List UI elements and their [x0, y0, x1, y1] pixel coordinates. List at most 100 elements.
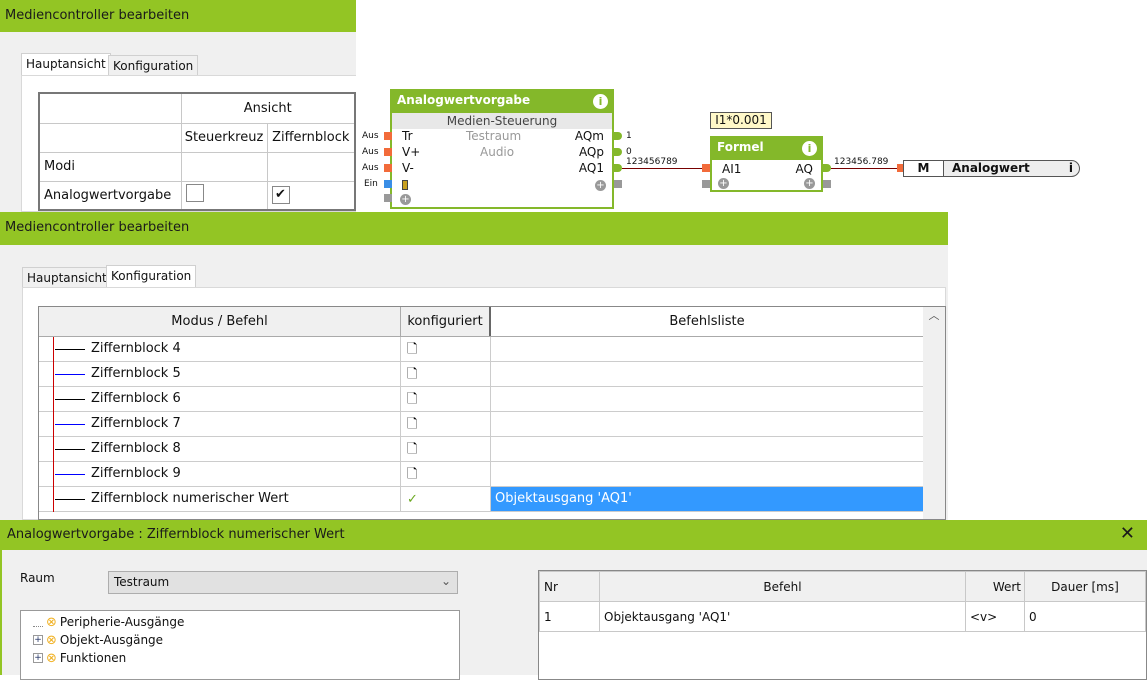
pin[interactable]	[702, 164, 710, 172]
output-value: 0	[626, 147, 632, 157]
pin[interactable]	[823, 164, 831, 172]
config-table: Modus / Befehl konfiguriert Befehlsliste…	[38, 306, 946, 520]
tree-label: Objekt-Ausgänge	[59, 633, 164, 647]
col-header-befehlsliste[interactable]: Befehlsliste	[491, 307, 923, 336]
input-tag: Ein	[364, 179, 378, 189]
object-prefix: M	[904, 161, 944, 176]
input-vminus: V-	[402, 161, 414, 175]
scrollbar[interactable]: ︿	[923, 307, 945, 519]
input-tr: Tr	[402, 129, 413, 143]
tree-cell: Ziffernblock 8	[39, 437, 401, 462]
pin[interactable]	[384, 180, 392, 188]
pin[interactable]	[823, 180, 831, 188]
command-table: Nr Befehl Wert Dauer [ms] 1 Objektausgang 'A…	[538, 570, 1147, 680]
tree-cell: Ziffernblock 5	[39, 362, 401, 387]
document-icon: 🗋	[401, 462, 491, 486]
block-analogwertvorgabe[interactable]: Analogwertvorgabe i Medien-Steuerung Tr V…	[390, 89, 614, 209]
add-input-icon[interactable]: +	[400, 194, 411, 205]
pin[interactable]	[384, 164, 392, 172]
commands-cell[interactable]	[491, 362, 923, 386]
table-row[interactable]: Ziffernblock 8 🗋	[39, 437, 945, 462]
expand-icon[interactable]: +	[33, 635, 43, 645]
commands-cell[interactable]	[491, 337, 923, 361]
pin[interactable]	[614, 180, 622, 188]
room-label: Testraum	[466, 129, 522, 143]
input-ai1: AI1	[722, 162, 742, 176]
group-header: Ansicht	[180, 92, 356, 124]
raum-value: Testraum	[114, 575, 170, 589]
commands-cell[interactable]	[491, 462, 923, 486]
wire	[622, 168, 704, 169]
chevron-down-icon: ⌄	[440, 574, 451, 588]
commands-cell[interactable]	[491, 437, 923, 461]
row-name: Ziffernblock numerischer Wert	[91, 491, 289, 506]
lamp-icon: ⊗	[46, 632, 57, 648]
tree-cell: Ziffernblock numerischer Wert	[39, 487, 401, 512]
tab-konfiguration[interactable]: Konfiguration	[106, 265, 197, 288]
commands-cell[interactable]	[491, 387, 923, 411]
dialog-title-text: Analogwertvorgabe : Ziffernblock numeris…	[7, 527, 345, 542]
table-row[interactable]: 1 Objektausgang 'AQ1' <v> 0	[539, 601, 1146, 632]
tree-item[interactable]: ⊗ Peripherie-Ausgänge	[33, 613, 459, 631]
checkbox-ziffernblock[interactable]: ✔	[271, 186, 290, 205]
add-output-icon[interactable]: +	[595, 180, 606, 191]
raum-select[interactable]: Testraum ⌄	[108, 571, 458, 594]
dialog: Analogwertvorgabe : Ziffernblock numeris…	[0, 520, 1147, 680]
col-header-modus[interactable]: Modus / Befehl	[39, 307, 401, 336]
tree-item[interactable]: + ⊗ Objekt-Ausgänge	[33, 631, 459, 649]
pin[interactable]	[702, 180, 710, 188]
wire	[831, 168, 899, 169]
object-name: Analogwert	[952, 161, 1030, 175]
tree: ⊗ Peripherie-Ausgänge + ⊗ Objekt-Ausgänge + ⊗ F…	[20, 610, 460, 680]
col-befehl[interactable]: Befehl	[599, 571, 966, 602]
input-tag: Aus	[362, 131, 379, 141]
col-wert[interactable]: Wert	[965, 571, 1025, 602]
tree-line	[33, 617, 43, 627]
lamp-icon: ⊗	[46, 614, 57, 630]
wire-value: 123456789	[626, 157, 678, 167]
table-row[interactable]: Ziffernblock 5 🗋	[39, 362, 945, 387]
window-title: Mediencontroller bearbeiten	[0, 212, 948, 245]
table-row[interactable]: Ziffernblock 7 🗋	[39, 412, 945, 437]
pin[interactable]	[614, 164, 622, 172]
info-icon[interactable]: i	[1069, 161, 1079, 176]
pin[interactable]	[384, 132, 392, 140]
input-tag: Aus	[362, 163, 379, 173]
pin[interactable]	[614, 148, 622, 156]
close-icon[interactable]: ✕	[1120, 523, 1135, 544]
table-row[interactable]: Ziffernblock numerischer Wert ✓ Objektau…	[39, 487, 945, 512]
output-aqm: AQm	[574, 129, 604, 143]
tab-hauptansicht[interactable]: Hauptansicht	[22, 267, 112, 288]
document-icon: 🗋	[401, 387, 491, 411]
table-row[interactable]: Ziffernblock 4 🗋	[39, 337, 945, 362]
info-icon[interactable]: i	[802, 141, 817, 156]
pin[interactable]	[384, 148, 392, 156]
document-icon: 🗋	[401, 362, 491, 386]
tree-item[interactable]: + ⊗ Funktionen	[33, 649, 459, 667]
panel-hauptansicht: Mediencontroller bearbeiten Hauptansicht…	[0, 0, 356, 212]
table-row[interactable]: Ziffernblock 9 🗋	[39, 462, 945, 487]
col-header-konfiguriert[interactable]: konfiguriert	[401, 307, 491, 336]
table-row[interactable]: Ziffernblock 6 🗋	[39, 387, 945, 412]
category-label: Audio	[480, 145, 515, 159]
row-name: Ziffernblock 8	[91, 441, 181, 456]
add-input-icon[interactable]: +	[718, 178, 729, 189]
tree-cell: Ziffernblock 9	[39, 462, 401, 487]
commands-cell[interactable]	[491, 412, 923, 436]
col-nr[interactable]: Nr	[539, 571, 600, 602]
add-output-icon[interactable]: +	[804, 178, 815, 189]
output-object-analogwert[interactable]: M Analogwert i	[903, 160, 1080, 177]
document-icon: 🗋	[401, 437, 491, 461]
block-formel[interactable]: Formel i AI1 AQ + +	[710, 136, 823, 192]
cell-wert: <v>	[965, 601, 1025, 632]
tab-hauptansicht[interactable]: Hauptansicht	[21, 53, 111, 76]
document-icon: 🗋	[401, 412, 491, 436]
pin[interactable]	[614, 132, 622, 140]
checkbox-steuerkreuz[interactable]	[185, 184, 204, 203]
expand-icon[interactable]: +	[33, 653, 43, 663]
pin[interactable]	[384, 194, 392, 202]
tab-konfiguration[interactable]: Konfiguration	[108, 55, 199, 76]
commands-cell[interactable]: Objektausgang 'AQ1'	[491, 487, 923, 511]
info-icon[interactable]: i	[593, 94, 608, 109]
col-dauer[interactable]: Dauer [ms]	[1024, 571, 1146, 602]
